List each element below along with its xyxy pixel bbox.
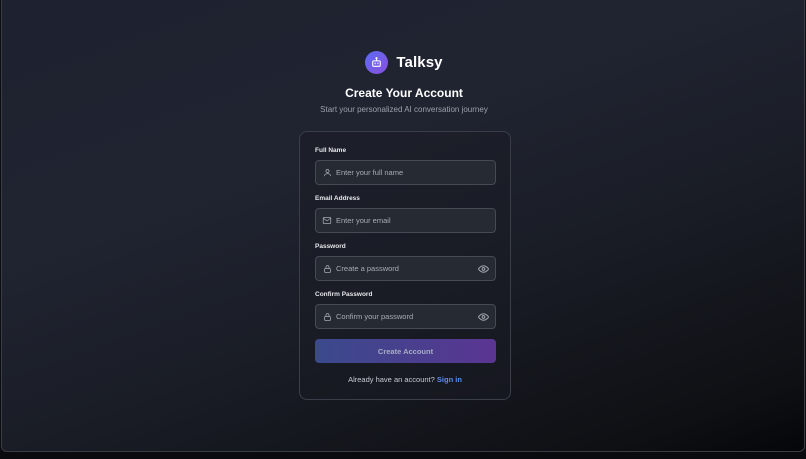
page-title: Create Your Account: [345, 86, 463, 100]
lock-icon: [322, 264, 332, 274]
full-name-label: Full Name: [315, 147, 347, 154]
confirm-password-label: Confirm Password: [315, 291, 373, 298]
taskbar-strip: [0, 452, 806, 459]
email-label: Email Address: [315, 195, 360, 202]
mail-icon: [322, 216, 332, 226]
brand-name: Talksy: [396, 54, 443, 71]
full-name-input[interactable]: [336, 168, 495, 177]
password-input[interactable]: [336, 264, 476, 273]
eye-icon[interactable]: [476, 262, 490, 276]
app-window: Talksy Create Your Account Start your pe…: [1, 0, 805, 452]
create-account-button[interactable]: Create Account: [315, 339, 496, 363]
full-name-field[interactable]: [315, 160, 496, 185]
confirm-password-field[interactable]: [315, 304, 496, 329]
lock-icon: [322, 312, 332, 322]
password-field[interactable]: [315, 256, 496, 281]
robot-icon: [365, 51, 389, 74]
user-icon: [322, 168, 332, 178]
eye-icon[interactable]: [476, 310, 490, 324]
brand-header: Talksy: [2, 51, 804, 74]
email-input[interactable]: [336, 216, 495, 225]
signin-prompt-row: Already have an account? Sign in: [300, 375, 510, 384]
page-subtitle: Start your personalized AI conversation …: [320, 105, 488, 114]
signin-link[interactable]: Sign in: [437, 375, 462, 384]
signup-form-card: Full Name Email Address Password: [299, 131, 511, 400]
signin-prompt-text: Already have an account?: [348, 375, 435, 384]
confirm-password-input[interactable]: [336, 312, 476, 321]
password-label: Password: [315, 243, 346, 250]
email-field[interactable]: [315, 208, 496, 233]
